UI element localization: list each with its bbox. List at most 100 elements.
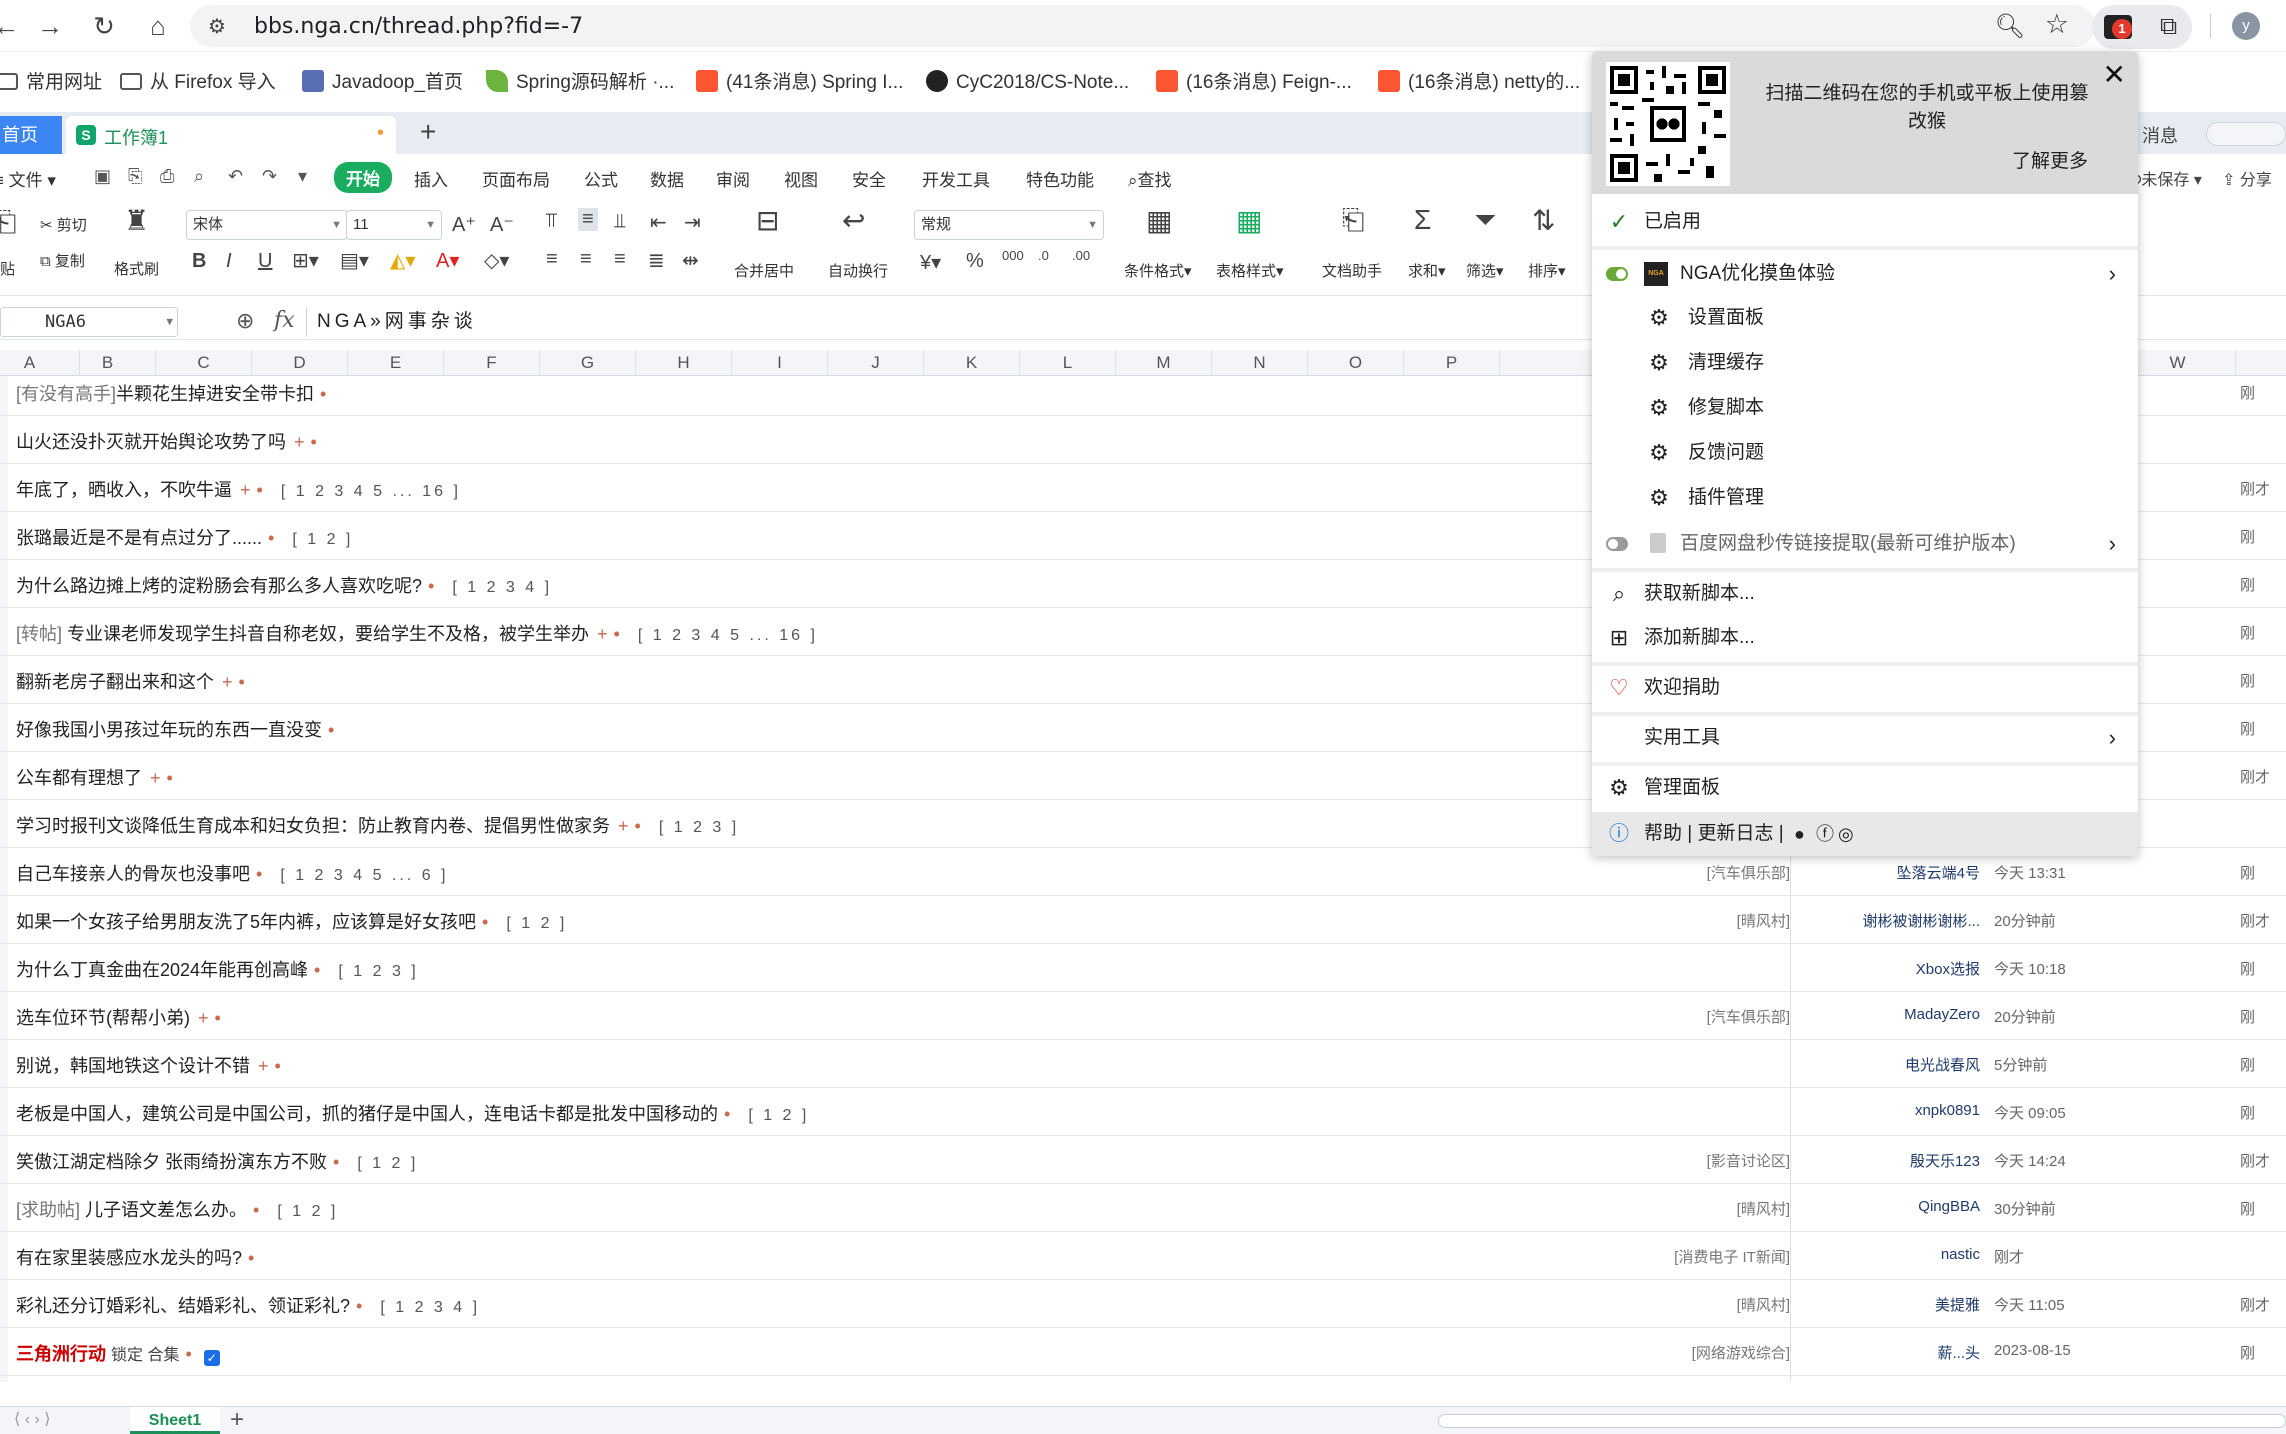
align-right-icon[interactable]: ≡ <box>614 248 626 271</box>
forum-tag[interactable]: [晴风村] <box>1737 1294 1790 1315</box>
indent-decrease-icon[interactable]: ⇤ <box>650 210 667 235</box>
column-header-cell[interactable]: F <box>444 350 540 376</box>
enabled-toggle[interactable]: ✓ 已启用 <box>1592 200 2138 244</box>
thread-title[interactable]: 儿子语文差怎么办。 <box>80 1200 247 1220</box>
forum-tag[interactable]: [晴风村] <box>1737 1198 1790 1219</box>
row-header[interactable] <box>0 992 8 1039</box>
row-header[interactable] <box>0 800 8 847</box>
reload-icon[interactable]: ↻ <box>84 6 124 46</box>
thread-cell[interactable]: [转帖] 专业课老师发现学生抖音自称老奴，要给学生不及格，被学生举办 + • [ 1 … <box>16 620 818 646</box>
checkbox-icon[interactable]: ✓ <box>203 1350 220 1366</box>
thread-title[interactable]: 专业课老师发现学生抖音自称老奴，要给学生不及格，被学生举办 <box>62 624 589 644</box>
author-name[interactable]: 谢彬被谢彬谢彬... <box>1800 910 1980 931</box>
bookmark-spring[interactable]: Spring源码解析 ·... <box>486 68 674 98</box>
thread-cell[interactable]: 年底了，晒收入，不吹牛逼 + • [ 1 2 3 4 5 ... 16 ] <box>16 476 461 502</box>
menu-find[interactable]: ⌕查找 <box>1128 166 1172 191</box>
submenu-plugins[interactable]: ⚙ 插件管理 <box>1592 476 2138 520</box>
print-icon[interactable]: ⎙ <box>160 166 174 187</box>
number-format-select[interactable]: 常规 ▼ <box>914 210 1104 240</box>
author-name[interactable]: 坠落云端4号 <box>1800 862 1980 883</box>
bookmark-folder-common[interactable]: 常用网址 <box>0 68 102 98</box>
distributed-icon[interactable]: ⇹ <box>682 248 699 273</box>
thread-title[interactable]: 张璐最近是不是有点过分了...... <box>16 528 262 548</box>
menu-file[interactable]: ≡ 文件 ▾ <box>0 166 56 191</box>
thread-cell[interactable]: 为什么路边摊上烤的淀粉肠会有那么多人喜欢吃呢? • [ 1 2 3 4 ] <box>16 572 552 598</box>
forum-tag[interactable]: [网络游戏综合] <box>1692 1342 1790 1363</box>
author-name[interactable]: 薪...头 <box>1800 1342 1980 1363</box>
bookmark-csdn-feign[interactable]: (16条消息) Feign-... <box>1156 68 1352 98</box>
thread-cell[interactable]: 有在家里装感应水龙头的吗? • <box>16 1244 254 1270</box>
decrease-decimal-icon[interactable]: .00 <box>1072 248 1090 263</box>
font-size-select[interactable]: 11 ▼ <box>346 210 442 240</box>
donate[interactable]: ♡ 欢迎捐助 <box>1592 666 2138 710</box>
thread-title[interactable]: 学习时报刊文谈降低生育成本和妇女负担：防止教育内卷、提倡男性做家务 <box>16 816 610 836</box>
thread-title[interactable]: 如果一个女孩子给男朋友洗了5年内裤，应该算是好女孩吧 <box>16 912 476 932</box>
thread-cell[interactable]: 学习时报刊文谈降低生育成本和妇女负担：防止教育内卷、提倡男性做家务 + • [ 1 2… <box>16 812 739 838</box>
menu-view[interactable]: 视图 <box>784 166 818 191</box>
add-new-script[interactable]: ⊞ 添加新脚本... <box>1592 616 2138 660</box>
doc-assistant-icon[interactable]: ⎗ <box>1342 204 1364 237</box>
toggle-off-icon[interactable] <box>1606 537 1628 551</box>
thread-title[interactable]: 公车都有理想了 <box>16 768 142 788</box>
row-header[interactable] <box>0 416 8 463</box>
utilities[interactable]: 实用工具 › <box>1592 716 2138 760</box>
help-changelog[interactable]: ⓘ 帮助 | 更新日志 | ● ⓕ ◎ <box>1592 812 2138 856</box>
row-header[interactable] <box>0 752 8 799</box>
menu-data[interactable]: 数据 <box>650 166 684 191</box>
row-header[interactable] <box>0 560 8 607</box>
border-icon[interactable]: ⊞▾ <box>292 248 319 273</box>
horizontal-scrollbar[interactable] <box>1438 1414 2286 1428</box>
merge-center-icon[interactable]: ⊟ <box>756 204 779 237</box>
submenu-settings[interactable]: ⚙ 设置面板 <box>1592 296 2138 340</box>
align-center-icon[interactable]: ≡ <box>580 248 592 271</box>
thread-cell[interactable]: [有没有高手]半颗花生掉进安全带卡扣 • <box>16 380 326 406</box>
author-name[interactable]: 美提雅 <box>1800 1294 1980 1315</box>
bookmark-folder-firefox[interactable]: 从 Firefox 导入 <box>120 68 276 98</box>
thread-title[interactable]: 笑傲江湖定档除夕 张雨绮扮演东方不败 <box>16 1152 327 1172</box>
column-header-cell[interactable]: B <box>60 350 156 376</box>
new-tab-button[interactable]: + <box>420 116 436 148</box>
bookmark-github[interactable]: CyC2018/CS-Note... <box>926 68 1129 98</box>
row-header[interactable] <box>0 1136 8 1183</box>
row-header[interactable] <box>0 608 8 655</box>
paste-icon[interactable]: ⎗ <box>0 206 16 239</box>
column-header-cell[interactable]: E <box>348 350 444 376</box>
page-links[interactable]: [ 1 2 3 ] <box>338 963 418 980</box>
page-links[interactable]: [ 1 2 ] <box>506 915 567 932</box>
dashboard[interactable]: ⚙ 管理面板 <box>1592 766 2138 810</box>
zoom-formula-icon[interactable]: ⊕ <box>236 308 254 334</box>
fill-color-icon[interactable]: ◭▾ <box>390 248 415 273</box>
row-header[interactable] <box>0 1376 8 1382</box>
font-name-select[interactable]: 宋体 ▼ <box>186 210 348 240</box>
menu-insert[interactable]: 插入 <box>414 166 448 191</box>
submenu-feedback[interactable]: ⚙ 反馈问题 <box>1592 431 2138 475</box>
thread-title[interactable]: 别说，韩国地铁这个设计不错 <box>16 1056 250 1076</box>
thread-cell[interactable]: 老板是中国人，建筑公司是中国公司，抓的猪仔是中国人，连电话卡都是批发中国移动的 •… <box>16 1100 809 1126</box>
script-nga[interactable]: NGA NGA优化摸鱼体验 › <box>1592 252 2138 296</box>
thread-title[interactable]: 好像我国小男孩过年玩的东西一直没变 <box>16 720 322 740</box>
thread-title[interactable]: 彩礼还分订婚彩礼、结婚彩礼、领证彩礼? <box>16 1296 350 1316</box>
author-name[interactable]: xnpk0891 <box>1800 1102 1980 1119</box>
unsaved-status[interactable]: ⟲未保存 ▾ <box>2128 166 2202 190</box>
merge-center-label[interactable]: 合并居中 <box>734 260 794 281</box>
row-header[interactable] <box>0 896 8 943</box>
sort-label[interactable]: 排序▾ <box>1528 260 1566 281</box>
column-header-cell[interactable]: P <box>1404 350 1500 376</box>
menu-security[interactable]: 安全 <box>852 166 886 191</box>
font-shrink-icon[interactable]: A⁻ <box>490 212 514 237</box>
thread-cell[interactable]: 自己车接亲人的骨灰也没事吧 • [ 1 2 3 4 5 ... 6 ] <box>16 860 449 886</box>
menu-start[interactable]: 开始 <box>334 162 392 193</box>
row-header[interactable] <box>0 848 8 895</box>
column-header-cell[interactable]: K <box>924 350 1020 376</box>
thread-cell[interactable]: 为什么丁真金曲在2024年能再创高峰 • [ 1 2 3 ] <box>16 956 419 982</box>
thread-title[interactable]: 老板是中国人，建筑公司是中国公司，抓的猪仔是中国人，连电话卡都是批发中国移动的 <box>16 1104 718 1124</box>
align-left-icon[interactable]: ≡ <box>546 248 558 271</box>
page-links[interactable]: [ 1 2 3 4 5 ... 6 ] <box>280 867 448 884</box>
github-icon[interactable]: ● <box>1794 812 1805 856</box>
share-button[interactable]: ⇪ 分享 <box>2222 166 2272 190</box>
thread-title[interactable]: 选车位环节(帮帮小弟) <box>16 1008 190 1028</box>
site-settings-icon[interactable]: ⚙ <box>208 14 226 39</box>
filter-label[interactable]: 筛选▾ <box>1466 260 1504 281</box>
customize-icon[interactable]: ▾ <box>298 166 307 187</box>
page-links[interactable]: [ 1 2 3 ] <box>659 819 739 836</box>
